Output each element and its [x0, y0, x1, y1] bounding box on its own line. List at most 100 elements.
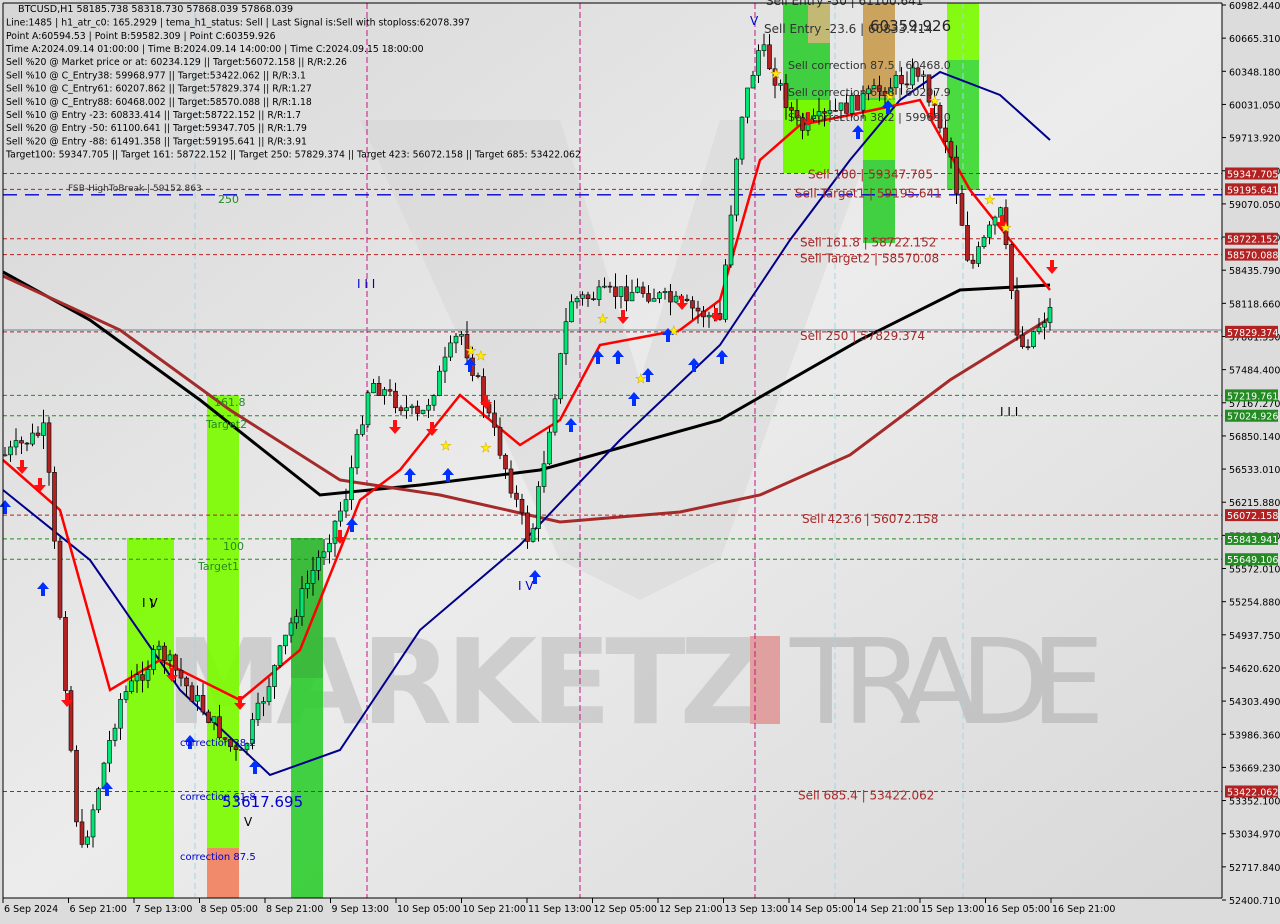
- star-marker-icon: ★: [597, 312, 609, 327]
- candle-bull: [96, 788, 101, 811]
- price-label-text: 59195.641: [1227, 185, 1278, 196]
- candle-bear: [508, 468, 514, 494]
- y-tick-label: 53669.230: [1229, 763, 1280, 774]
- candle-bull: [706, 314, 712, 318]
- candle-bear: [701, 310, 706, 318]
- candle-bull: [618, 286, 624, 297]
- y-tick-label: 52400.710: [1229, 896, 1280, 907]
- candle-bull: [211, 716, 217, 723]
- candle-bear: [514, 492, 519, 500]
- info-line: Sell %10 @ Entry -23: 60833.414 || Targe…: [6, 110, 301, 121]
- star-marker-icon: ★: [440, 439, 452, 454]
- candle-bull: [437, 370, 442, 397]
- candle-bull: [371, 382, 376, 394]
- y-tick-label: 58435.790: [1229, 266, 1280, 277]
- candle-bull: [277, 645, 283, 666]
- candle-bull: [756, 50, 761, 76]
- candle-bull: [156, 645, 162, 650]
- y-tick-label: 60982.440: [1229, 1, 1280, 12]
- y-tick-label: 58118.660: [1229, 299, 1280, 310]
- candle-bear: [954, 156, 959, 194]
- candle-bull: [294, 616, 299, 624]
- candle-bear: [398, 407, 404, 412]
- candle-bull: [580, 294, 585, 299]
- candle-bear: [52, 472, 57, 542]
- candle-bull: [382, 389, 387, 396]
- candle-bull: [8, 446, 13, 456]
- candle-bull: [195, 695, 200, 702]
- sell-correction-61-label: Sell correction 61.8 | 60207.9: [788, 86, 951, 99]
- price-label-text: 57024.926: [1227, 412, 1278, 423]
- x-tick-label: 8 Sep 05:00: [201, 904, 258, 915]
- candle-bull: [921, 74, 926, 77]
- candle-bear: [899, 75, 904, 85]
- candle-bull: [310, 570, 316, 584]
- candle-bear: [965, 225, 970, 261]
- candle-bull: [1036, 326, 1042, 332]
- candle-bull: [299, 588, 305, 617]
- correction-87-label: correction 87.5: [180, 852, 256, 863]
- candle-bull: [90, 809, 96, 838]
- candle-bull: [662, 291, 668, 294]
- candle-bull: [558, 353, 563, 400]
- y-tick-label: 56215.880: [1229, 498, 1280, 509]
- candle-bull: [85, 836, 90, 845]
- candle-bear: [1020, 334, 1025, 347]
- correction-38-label: correction 38.2: [180, 738, 256, 749]
- y-tick-label: 60348.180: [1229, 67, 1280, 78]
- candle-bear: [690, 300, 695, 309]
- candle-bull: [541, 463, 547, 487]
- star-marker-icon: ★: [1000, 221, 1012, 236]
- candle-bull: [987, 224, 992, 238]
- candle-bear: [74, 749, 79, 823]
- x-tick-label: 16 Sep 05:00: [987, 904, 1050, 915]
- candle-bull: [596, 286, 602, 300]
- candle-bear: [959, 193, 965, 226]
- candle-bull: [574, 298, 580, 303]
- x-tick-label: 12 Sep 05:00: [594, 904, 657, 915]
- low-point-label: 53617.695: [222, 793, 303, 811]
- candle-bull: [349, 467, 354, 501]
- candle-bull: [442, 356, 448, 372]
- star-marker-icon: ★: [770, 67, 782, 82]
- star-marker-icon: ★: [475, 349, 487, 364]
- candle-bull: [992, 216, 998, 226]
- fsb-label: FSB-HighToBreak | 59152.863: [68, 184, 202, 194]
- candle-bull: [13, 440, 19, 448]
- candle-bull: [453, 335, 459, 344]
- candle-bear: [607, 285, 613, 288]
- y-tick-label: 57484.400: [1229, 366, 1280, 377]
- candle-bear: [943, 127, 948, 142]
- info-line: Sell %10 @ C_Entry38: 59968.977 || Targe…: [6, 70, 306, 81]
- candle-bull: [629, 292, 635, 302]
- wave-label: I V: [142, 596, 158, 610]
- price-chart[interactable]: MARKETZTRADE ★★★★★★★★★★★★ Sell 100 | 593…: [0, 0, 1280, 920]
- candle-bear: [206, 711, 211, 723]
- level-label: Sell 100 | 59347.705: [808, 167, 933, 181]
- candle-bull: [723, 264, 728, 320]
- y-tick-label: 59070.050: [1229, 200, 1280, 211]
- signal-zone: [207, 395, 239, 898]
- candle-bull: [343, 499, 349, 512]
- info-line: Point A:60594.53 | Point B:59582.309 | P…: [6, 31, 276, 42]
- sell-correction-38-label: Sell correction 38.2 | 59969.0: [788, 111, 951, 124]
- y-tick-label: 60031.050: [1229, 100, 1280, 111]
- candle-bear: [948, 141, 954, 158]
- candle-bear: [178, 669, 184, 679]
- price-label-text: 59347.705: [1227, 169, 1278, 180]
- candle-bear: [640, 286, 646, 294]
- candle-bear: [475, 375, 481, 377]
- candle-bull: [728, 214, 734, 266]
- candle-bear: [503, 454, 508, 470]
- candle-bull: [272, 665, 277, 687]
- wave-label: V: [750, 14, 759, 28]
- info-line: Sell %20 @ Entry -88: 61491.358 || Targe…: [6, 136, 307, 147]
- candle-bull: [145, 669, 151, 681]
- x-tick-label: 13 Sep 13:00: [725, 904, 788, 915]
- candle-bear: [519, 498, 525, 514]
- candle-bull: [332, 520, 338, 544]
- candle-bull: [261, 701, 266, 704]
- candle-bull: [448, 342, 453, 358]
- candle-bull: [635, 286, 640, 293]
- signal-zone: [127, 538, 174, 898]
